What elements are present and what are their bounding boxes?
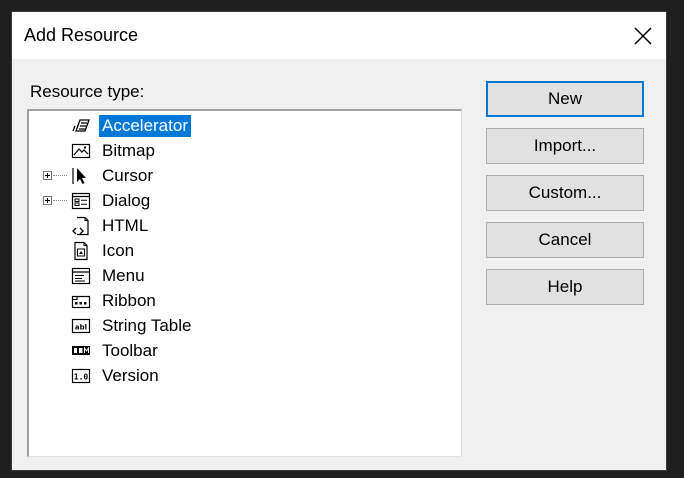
tree-item-label: Bitmap	[102, 141, 155, 160]
help-button[interactable]: Help	[486, 269, 644, 305]
tree-item-icon[interactable]: Icon	[29, 239, 459, 264]
tree-item-label: Ribbon	[102, 291, 156, 310]
tree-item-ribbon[interactable]: Ribbon	[29, 289, 459, 314]
tree-item-cursor[interactable]: Cursor	[29, 164, 459, 189]
cursor-icon	[72, 168, 86, 184]
version-icon: 1.0	[71, 368, 91, 384]
tree-connector	[53, 175, 67, 177]
html-icon	[72, 216, 89, 236]
new-button[interactable]: New	[486, 81, 644, 117]
icon-resource-icon	[74, 241, 88, 261]
accelerator-icon	[72, 119, 90, 132]
custom-button[interactable]: Custom...	[486, 175, 644, 211]
add-resource-dialog: Add Resource Resource type: Accelerator	[12, 12, 666, 470]
svg-text:abl: abl	[75, 324, 87, 332]
dialog-icon	[71, 192, 91, 210]
tree-item-menu[interactable]: Menu	[29, 264, 459, 289]
menu-icon	[71, 267, 91, 285]
expand-icon[interactable]	[43, 171, 52, 180]
title-bar: Add Resource	[12, 12, 666, 59]
tree-item-label: HTML	[102, 216, 149, 235]
import-button[interactable]: Import...	[486, 128, 644, 164]
tree-item-label: Accelerator	[99, 115, 191, 137]
tree-item-html[interactable]: HTML	[29, 214, 459, 239]
tree-item-label: Version	[102, 366, 159, 385]
resource-type-tree[interactable]: Accelerator Bitmap Cursor Dialog HTML Ic…	[27, 109, 462, 457]
cancel-button[interactable]: Cancel	[486, 222, 644, 258]
tree-item-label: Icon	[102, 241, 135, 260]
tree-item-string-table[interactable]: abl String Table	[29, 314, 459, 339]
dialog-title: Add Resource	[24, 25, 139, 45]
bitmap-icon	[71, 143, 91, 159]
close-icon	[634, 26, 652, 45]
close-button[interactable]	[620, 12, 666, 59]
tree-item-label: String Table	[102, 316, 192, 335]
svg-text:1.0: 1.0	[74, 373, 89, 382]
tree-connector	[53, 200, 67, 202]
tree-item-toolbar[interactable]: Toolbar	[29, 339, 459, 364]
tree-item-version[interactable]: 1.0 Version	[29, 364, 459, 389]
resource-type-label: Resource type:	[30, 82, 145, 101]
tree-item-label: Menu	[102, 266, 145, 285]
string-table-icon: abl	[71, 318, 91, 334]
tree-item-bitmap[interactable]: Bitmap	[29, 139, 459, 164]
ribbon-icon	[71, 295, 91, 309]
tree-item-label: Cursor	[102, 166, 154, 185]
tree-item-accelerator[interactable]: Accelerator	[29, 114, 459, 139]
tree-item-dialog[interactable]: Dialog	[29, 189, 459, 214]
toolbar-icon	[72, 346, 90, 355]
tree-item-label: Toolbar	[102, 341, 158, 360]
expand-icon[interactable]	[43, 196, 52, 205]
tree-item-label: Dialog	[102, 191, 151, 210]
